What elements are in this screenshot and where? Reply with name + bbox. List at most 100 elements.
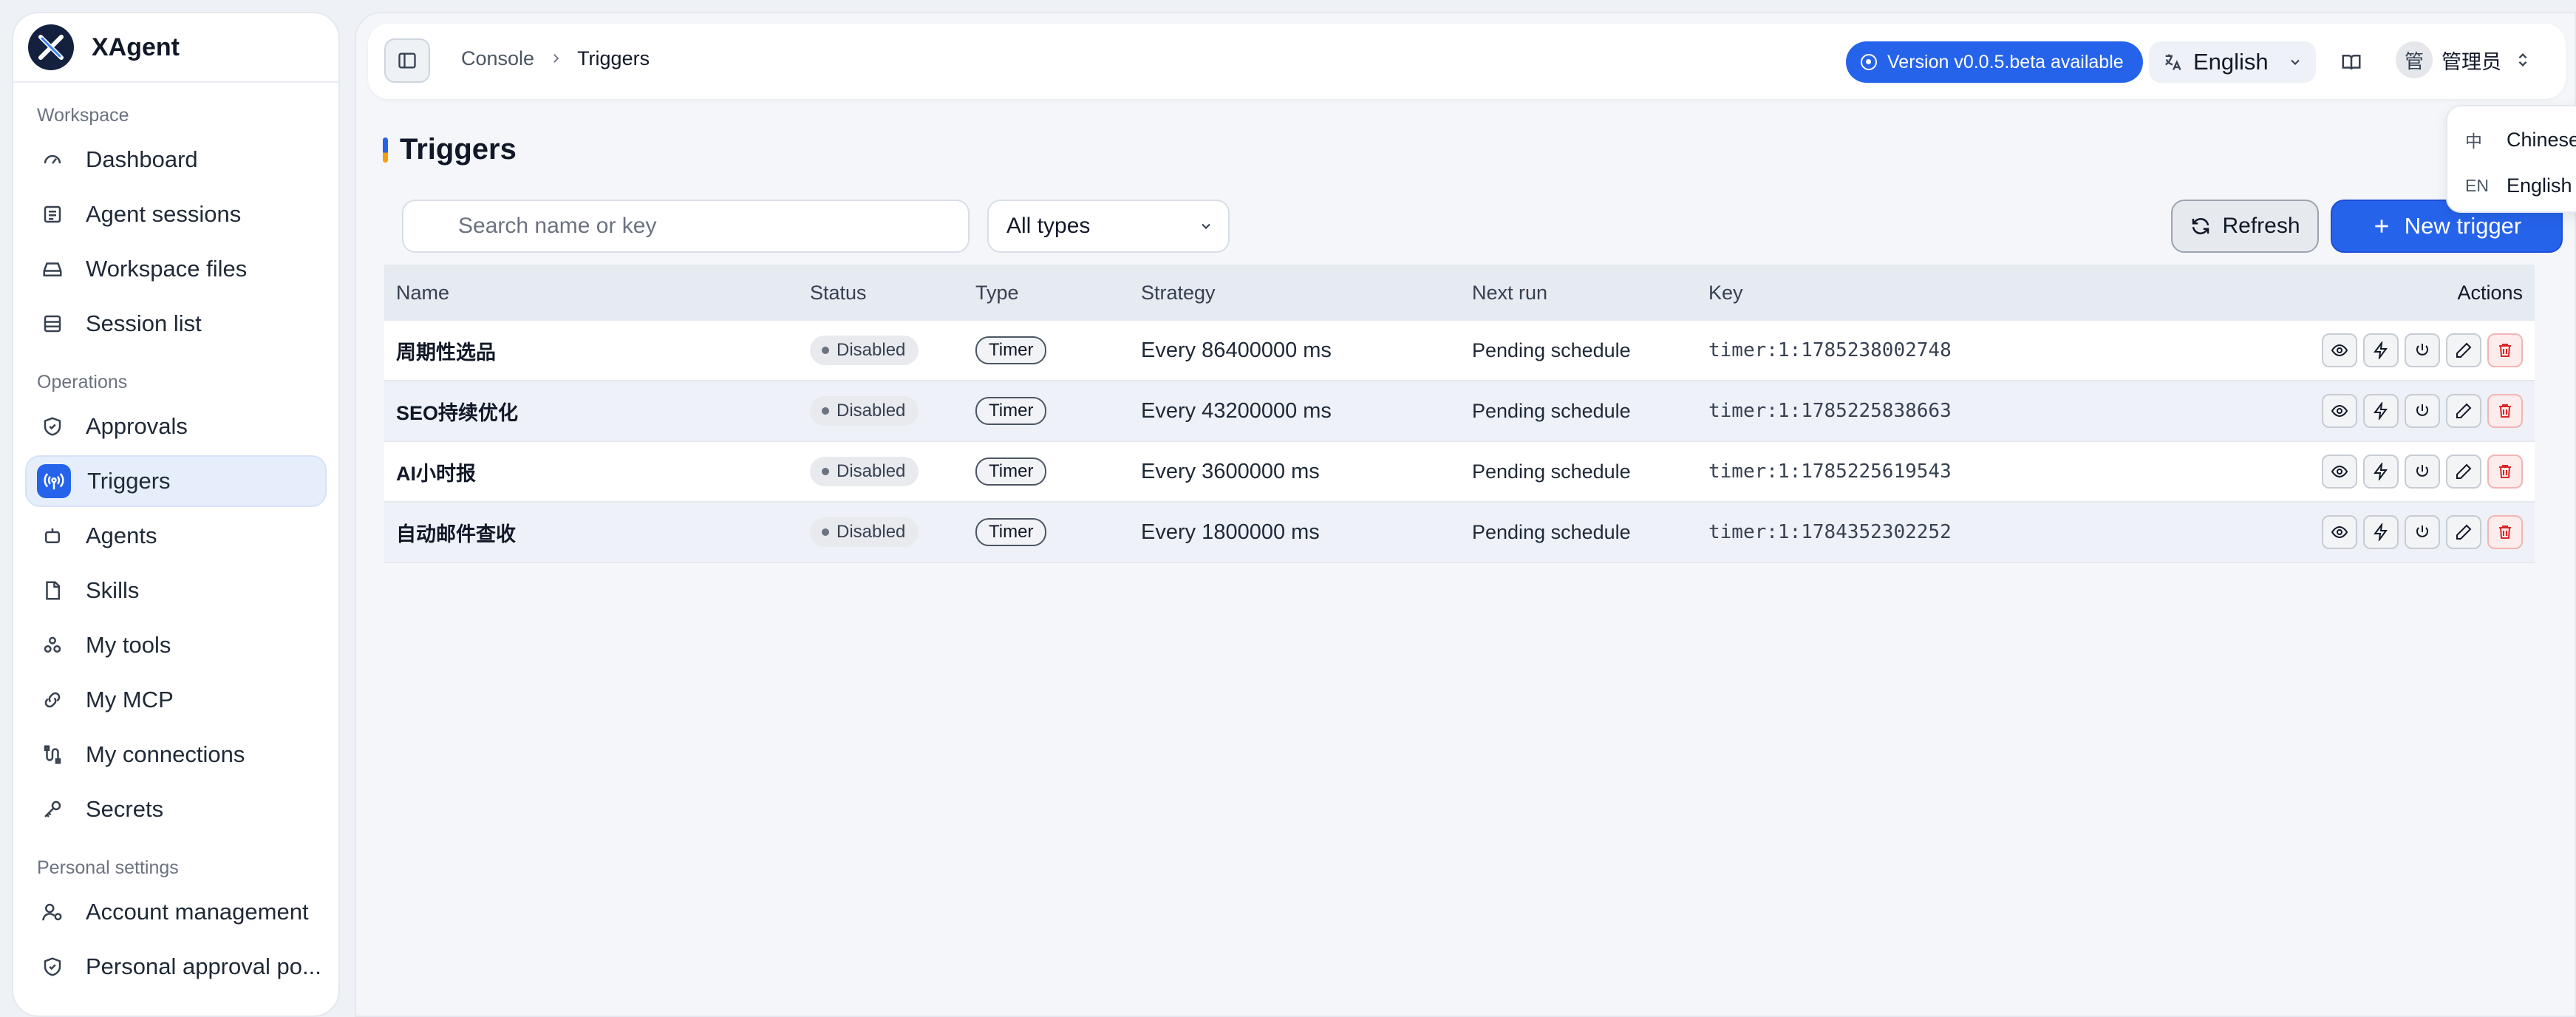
language-selector[interactable]: English	[2149, 41, 2316, 83]
trash-icon	[2499, 525, 2511, 539]
header-status: Status	[810, 281, 867, 304]
trash-icon	[2499, 344, 2511, 357]
breadcrumb: Console Triggers	[461, 47, 650, 70]
delete-button[interactable]	[2487, 455, 2523, 489]
trigger-name: SEO持续优化	[396, 401, 519, 424]
sidebar-item-my-connections[interactable]: My connections	[25, 729, 327, 780]
status-label: Disabled	[836, 522, 906, 542]
sidebar-item-label: Account management	[86, 899, 309, 925]
sidebar-item-dashboard[interactable]: Dashboard	[25, 134, 327, 186]
key-cell: timer:1:1785225838663	[1708, 400, 1952, 422]
sidebar-item-session-list[interactable]: Session list	[25, 298, 327, 350]
sidebar-item-personal-approval-policy[interactable]: Personal approval po...	[25, 941, 327, 993]
sidebar: XAgent Workspace Dashboard Agent session…	[12, 12, 340, 1017]
chevrons-up-down-icon	[2515, 52, 2531, 68]
delete-button[interactable]	[2487, 515, 2523, 549]
header-key: Key	[1708, 281, 1743, 304]
view-button[interactable]	[2322, 455, 2357, 489]
table-row[interactable]: AI小时报 Disabled Timer Every 3600000 ms Pe…	[384, 442, 2535, 503]
triggers-table: Name Status Type Strategy Next run Key A…	[384, 265, 2535, 563]
search-input[interactable]	[402, 200, 970, 253]
sidebar-item-label: Triggers	[87, 468, 171, 494]
sidebar-item-my-mcp[interactable]: My MCP	[25, 674, 327, 726]
toggle-power-button[interactable]	[2405, 515, 2440, 549]
sidebar-item-skills[interactable]: Skills	[25, 565, 327, 616]
sidebar-item-label: Session list	[86, 310, 202, 336]
refresh-icon	[2190, 215, 2212, 237]
zap-icon	[2374, 402, 2388, 420]
sidebar-toggle-button[interactable]	[384, 38, 430, 83]
sidebar-item-secrets[interactable]: Secrets	[25, 783, 327, 835]
status-dot	[822, 407, 829, 415]
run-now-button[interactable]	[2363, 515, 2399, 549]
power-icon	[2416, 525, 2428, 537]
language-option-english[interactable]: EN English	[2447, 163, 2576, 208]
breadcrumb-console[interactable]: Console	[461, 47, 534, 70]
language-option-chinese[interactable]: 中 Chinese	[2447, 117, 2576, 163]
nav-section-title: Operations	[37, 372, 128, 392]
delete-button[interactable]	[2487, 333, 2523, 367]
language-option-label: English	[2507, 174, 2572, 197]
type-badge: Timer	[975, 518, 1047, 546]
view-button[interactable]	[2322, 394, 2357, 428]
shield-icon	[38, 953, 67, 981]
row-actions	[2322, 455, 2523, 489]
user-menu[interactable]: 管 管理员	[2396, 41, 2531, 78]
row-actions	[2322, 515, 2523, 549]
avatar: 管	[2396, 41, 2433, 78]
edit-button[interactable]	[2446, 394, 2481, 428]
sidebar-item-label: Workspace files	[86, 256, 248, 282]
toggle-power-button[interactable]	[2405, 455, 2440, 489]
toggle-power-button[interactable]	[2405, 394, 2440, 428]
power-icon	[2416, 404, 2428, 416]
sidebar-item-label: Skills	[86, 577, 140, 603]
next-run-cell: Pending schedule	[1472, 460, 1631, 483]
type-filter-select[interactable]: All types	[987, 200, 1230, 253]
sidebar-item-label: My tools	[86, 632, 171, 658]
sidebar-item-my-tools[interactable]: My tools	[25, 619, 327, 671]
sidebar-item-label: Personal approval po...	[86, 953, 321, 979]
view-button[interactable]	[2322, 333, 2357, 367]
trash-icon	[2499, 465, 2511, 478]
sidebar-item-workspace-files[interactable]: Workspace files	[25, 243, 327, 295]
sidebar-item-approvals[interactable]: Approvals	[25, 401, 327, 452]
pencil-icon	[2456, 463, 2472, 479]
eye-icon	[2331, 404, 2348, 418]
app-name: XAgent	[92, 33, 180, 61]
edit-button[interactable]	[2446, 333, 2481, 367]
connections-icon	[38, 741, 67, 769]
table-row[interactable]: SEO持续优化 Disabled Timer Every 43200000 ms…	[384, 381, 2535, 442]
sidebar-item-triggers[interactable]: Triggers	[25, 455, 327, 507]
sidebar-item-agents[interactable]: Agents	[25, 510, 327, 562]
version-label: Version v0.0.5.beta available	[1887, 51, 2124, 72]
refresh-label: Refresh	[2222, 214, 2300, 238]
table-row[interactable]: 周期性选品 Disabled Timer Every 86400000 ms P…	[384, 321, 2535, 381]
run-now-button[interactable]	[2363, 394, 2399, 428]
table-row[interactable]: 自动邮件查收 Disabled Timer Every 1800000 ms P…	[384, 503, 2535, 563]
breadcrumb-current: Triggers	[577, 47, 650, 69]
view-button[interactable]	[2322, 515, 2357, 549]
header-strategy: Strategy	[1141, 281, 1216, 304]
refresh-button[interactable]: Refresh	[2171, 200, 2319, 253]
sidebar-item-agent-sessions[interactable]: Agent sessions	[25, 188, 327, 240]
sidebar-item-label: Secrets	[86, 796, 164, 822]
run-now-button[interactable]	[2363, 333, 2399, 367]
version-badge[interactable]: Version v0.0.5.beta available	[1846, 41, 2143, 83]
status-badge: Disabled	[810, 457, 919, 486]
docs-book-icon[interactable]	[2337, 47, 2366, 77]
edit-button[interactable]	[2446, 455, 2481, 489]
status-dot	[822, 468, 829, 475]
sidebar-item-account-management[interactable]: Account management	[25, 886, 327, 938]
header-type: Type	[975, 281, 1019, 304]
type-badge: Timer	[975, 397, 1047, 425]
toggle-power-button[interactable]	[2405, 333, 2440, 367]
edit-button[interactable]	[2446, 515, 2481, 549]
delete-button[interactable]	[2487, 394, 2523, 428]
trash-icon	[2499, 404, 2511, 418]
sidebar-item-label: Agent sessions	[86, 201, 242, 227]
brand[interactable]: XAgent	[13, 13, 338, 83]
run-now-button[interactable]	[2363, 455, 2399, 489]
gauge-icon	[38, 146, 67, 174]
header-name: Name	[396, 281, 450, 304]
main-panel: Console Triggers Version v0.0.5.beta ava…	[355, 12, 2576, 1017]
